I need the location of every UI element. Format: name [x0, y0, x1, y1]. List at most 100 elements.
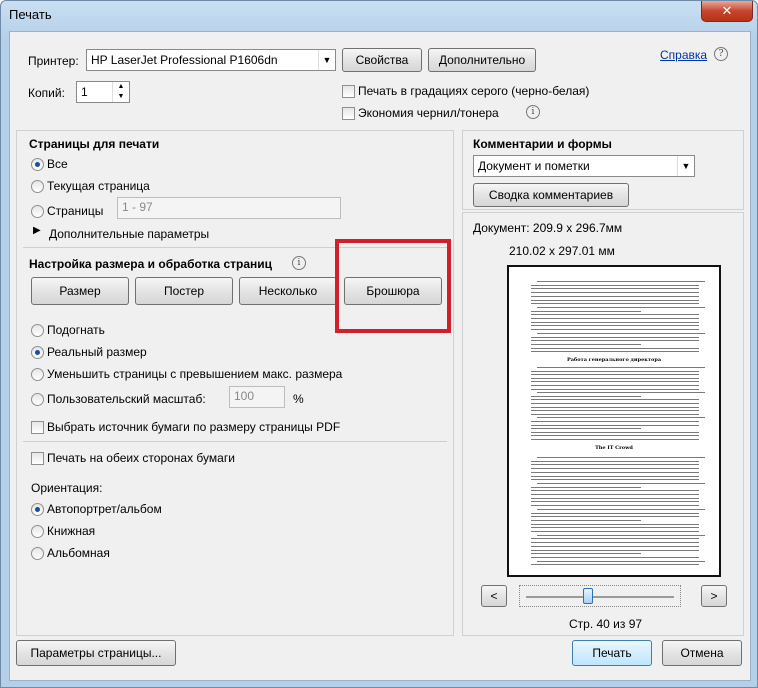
- pages-range-radio[interactable]: [31, 205, 44, 218]
- preview-text-line: [531, 424, 699, 426]
- info-icon[interactable]: i: [292, 256, 306, 270]
- prev-page-button[interactable]: <: [481, 585, 507, 607]
- preview-text-line: [531, 501, 699, 503]
- help-icon[interactable]: ?: [714, 47, 728, 61]
- stepper-arrows-icon[interactable]: ▲ ▼: [112, 82, 129, 102]
- close-button[interactable]: ✕: [701, 1, 753, 22]
- pages-all-label: Все: [47, 157, 68, 171]
- printer-select[interactable]: HP LaserJet Professional P1606dn ▼: [86, 49, 336, 71]
- portrait-radio[interactable]: [31, 525, 44, 538]
- preview-text-line: [531, 479, 699, 481]
- preview-text-line: [531, 403, 699, 404]
- preview-heading-2: The IT Crowd: [595, 445, 633, 451]
- preview-text-line: [537, 457, 705, 458]
- more-options-label[interactable]: Дополнительные параметры: [49, 227, 209, 241]
- copies-stepper[interactable]: 1 ▲ ▼: [76, 81, 130, 103]
- chevron-down-icon: ▼: [677, 156, 694, 176]
- multiple-tab-button[interactable]: Несколько: [239, 277, 337, 305]
- preview-text-line: [531, 516, 699, 518]
- comments-summary-button[interactable]: Сводка комментариев: [473, 183, 629, 207]
- paper-source-checkbox[interactable]: [31, 421, 44, 434]
- preview-text-line: [531, 288, 699, 290]
- duplex-checkbox[interactable]: [31, 452, 44, 465]
- fit-label: Подогнать: [47, 323, 105, 337]
- actual-size-radio[interactable]: [31, 346, 44, 359]
- print-settings-panel: Страницы для печати Все Текущая страница…: [16, 130, 454, 636]
- printer-value: HP LaserJet Professional P1606dn: [91, 53, 278, 67]
- preview-text-line: [531, 385, 699, 386]
- copies-value: 1: [81, 85, 88, 99]
- print-button[interactable]: Печать: [572, 640, 652, 666]
- save-ink-label: Экономия чернил/тонера: [358, 106, 499, 120]
- pages-range-input[interactable]: 1 - 97: [117, 197, 341, 219]
- preview-text-line: [531, 399, 699, 401]
- fit-radio[interactable]: [31, 324, 44, 337]
- grayscale-label: Печать в градациях серого (черно-белая): [358, 84, 590, 98]
- chevron-down-icon: ▼: [318, 50, 335, 70]
- preview-text-line: [531, 340, 699, 342]
- preview-text-line: [531, 486, 641, 488]
- preview-text-line: [531, 406, 699, 408]
- grayscale-checkbox[interactable]: [342, 85, 355, 98]
- preview-text-line: [537, 281, 705, 282]
- preview-text-line: [531, 553, 641, 555]
- portrait-label: Книжная: [47, 524, 96, 538]
- preview-text-line: [531, 325, 699, 327]
- poster-tab-button[interactable]: Постер: [135, 277, 233, 305]
- preview-text-line: [531, 471, 699, 473]
- preview-text-line: [531, 505, 699, 507]
- pages-all-radio[interactable]: [31, 158, 44, 171]
- preview-text-line: [531, 314, 699, 316]
- info-icon[interactable]: i: [526, 105, 540, 119]
- preview-text-line: [531, 347, 699, 349]
- expand-triangle-icon[interactable]: ▶: [33, 225, 41, 236]
- comments-heading: Комментарии и формы: [473, 137, 612, 151]
- comments-value: Документ и пометки: [478, 159, 590, 173]
- copies-label: Копий:: [28, 86, 65, 100]
- comments-panel: Комментарии и формы Документ и пометки ▼…: [462, 130, 744, 210]
- custom-scale-input[interactable]: 100: [229, 386, 285, 408]
- preview-text-line: [537, 508, 705, 510]
- pages-heading: Страницы для печати: [29, 137, 160, 151]
- auto-orientation-label: Автопортрет/альбом: [47, 502, 162, 516]
- preview-text-line: [537, 367, 705, 368]
- page-setup-button[interactable]: Параметры страницы...: [16, 640, 176, 666]
- preview-text-line: [531, 310, 641, 312]
- preview-text-line: [531, 395, 641, 397]
- preview-text-line: [537, 306, 705, 308]
- preview-text-line: [531, 464, 699, 466]
- shrink-radio[interactable]: [31, 368, 44, 381]
- cancel-button[interactable]: Отмена: [662, 640, 742, 666]
- slider-thumb[interactable]: [582, 588, 593, 604]
- auto-orientation-radio[interactable]: [31, 503, 44, 516]
- orientation-heading: Ориентация:: [31, 481, 103, 495]
- landscape-radio[interactable]: [31, 547, 44, 560]
- advanced-button[interactable]: Дополнительно: [428, 48, 536, 72]
- preview-text-line: [531, 497, 699, 499]
- page-slider[interactable]: [519, 585, 681, 607]
- preview-text-line: [531, 284, 699, 286]
- comments-select[interactable]: Документ и пометки ▼: [473, 155, 695, 177]
- preview-text-line: [531, 377, 699, 379]
- preview-text-line: [531, 531, 699, 532]
- preview-text-line: [531, 468, 699, 470]
- percent-label: %: [293, 392, 304, 406]
- pages-current-radio[interactable]: [31, 180, 44, 193]
- custom-scale-radio[interactable]: [31, 393, 44, 406]
- preview-text-line: [531, 431, 699, 433]
- help-link[interactable]: Справка: [660, 48, 707, 62]
- preview-text-line: [531, 303, 699, 305]
- preview-text-line: [531, 523, 699, 525]
- preview-text-line: [537, 534, 705, 536]
- title-bar: Печать ✕: [1, 1, 757, 29]
- preview-text-line: [537, 392, 705, 394]
- preview-text-line: [531, 542, 699, 544]
- size-tab-button[interactable]: Размер: [31, 277, 129, 305]
- preview-text-line: [531, 318, 699, 319]
- next-page-button[interactable]: >: [701, 585, 727, 607]
- preview-text-line: [531, 421, 699, 422]
- save-ink-checkbox[interactable]: [342, 107, 355, 120]
- properties-button[interactable]: Свойства: [342, 48, 422, 72]
- preview-text-line: [531, 329, 699, 331]
- preview-text-line: [537, 332, 705, 334]
